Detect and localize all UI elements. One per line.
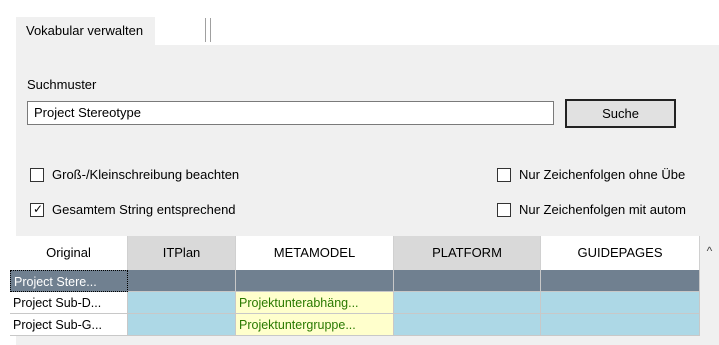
table-cell[interactable] xyxy=(236,270,394,292)
scroll-up-icon[interactable]: ^ xyxy=(700,236,719,270)
table-cell[interactable] xyxy=(394,292,541,314)
table-cell[interactable] xyxy=(541,314,700,336)
column-header-platform[interactable]: PLATFORM xyxy=(394,236,541,270)
no-overlap-label: Nur Zeichenfolgen ohne Übe xyxy=(519,167,686,182)
tab-vokabular-verwalten[interactable]: Vokabular verwalten xyxy=(16,17,156,45)
whole-string-checkbox[interactable]: ✓ xyxy=(30,202,44,217)
search-button[interactable]: Suche xyxy=(565,99,676,128)
search-input[interactable]: Project Stereotype xyxy=(27,101,554,125)
table-cell[interactable]: Projektunterabhäng... xyxy=(236,292,394,314)
tab-separator xyxy=(205,18,206,42)
table-cell-original[interactable]: Project Stere... xyxy=(10,270,128,292)
table-cell[interactable] xyxy=(394,270,541,292)
vocabulary-grid: Original ITPlan METAMODEL PLATFORM GUIDE… xyxy=(10,236,700,345)
tab-label: Vokabular verwalten xyxy=(26,23,144,38)
table-cell[interactable]: Projektuntergruppe... xyxy=(236,314,394,336)
no-overlap-checkbox[interactable] xyxy=(497,168,511,182)
table-cell-original[interactable]: Project Sub-D... xyxy=(10,292,128,314)
auto-checkbox[interactable] xyxy=(497,203,511,217)
auto-label: Nur Zeichenfolgen mit autom xyxy=(519,202,686,217)
search-input-value: Project Stereotype xyxy=(34,105,141,120)
table-cell[interactable] xyxy=(128,314,236,336)
table-cell-original[interactable]: Project Sub-G... xyxy=(10,314,128,336)
table-cell[interactable] xyxy=(128,270,236,292)
table-cell[interactable] xyxy=(394,314,541,336)
tab-separator xyxy=(210,18,211,42)
case-sensitive-label: Groß-/Kleinschreibung beachten xyxy=(52,167,240,182)
column-header-itplan[interactable]: ITPlan xyxy=(128,236,236,270)
search-button-label: Suche xyxy=(602,106,639,121)
table-cell[interactable] xyxy=(128,292,236,314)
search-label: Suchmuster xyxy=(27,77,97,92)
column-header-metamodel[interactable]: METAMODEL xyxy=(236,236,394,270)
table-cell[interactable] xyxy=(541,292,700,314)
column-header-guidepages[interactable]: GUIDEPAGES xyxy=(541,236,700,270)
case-sensitive-checkbox[interactable] xyxy=(30,168,44,182)
column-header-original[interactable]: Original xyxy=(10,236,128,270)
table-cell[interactable] xyxy=(541,270,700,292)
check-icon: ✓ xyxy=(33,202,44,216)
whole-string-label: Gesamtem String entsprechend xyxy=(52,202,236,217)
